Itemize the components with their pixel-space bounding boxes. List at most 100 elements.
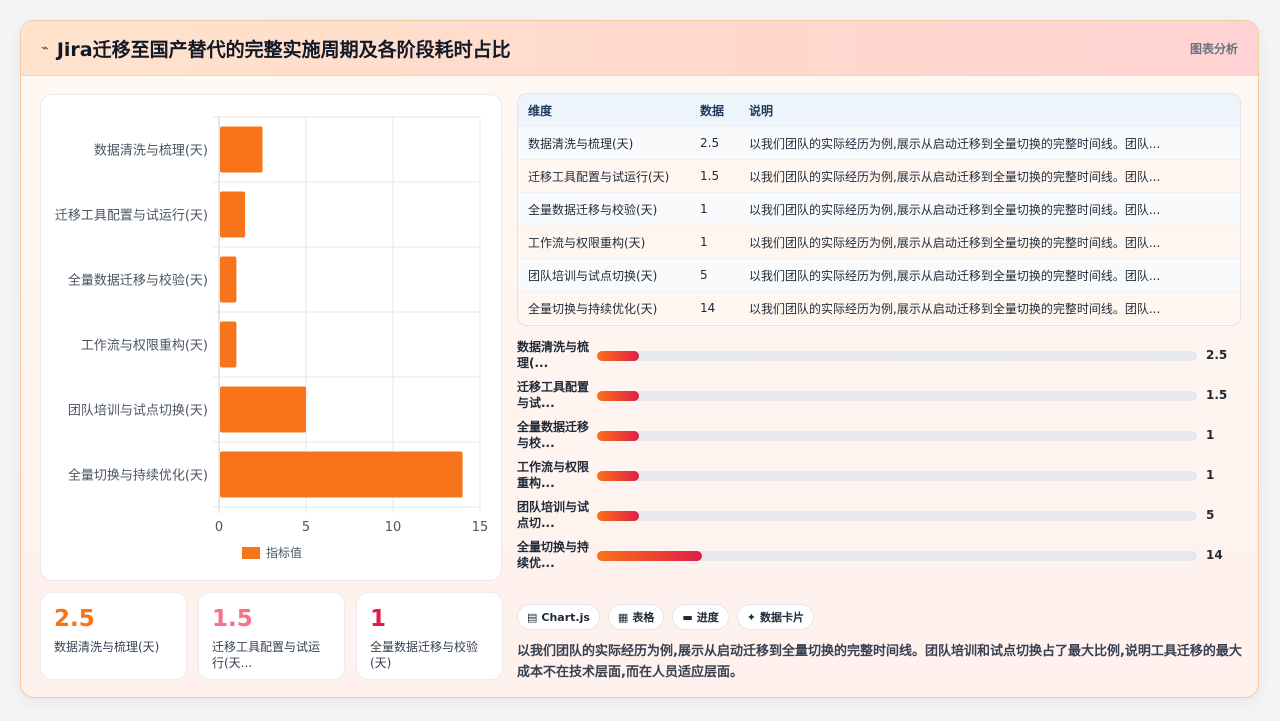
cell-data: 2.5 [700,136,720,150]
view-chip[interactable]: ▬ 进度 [672,604,729,630]
x-tick-label: 0 [215,520,223,535]
bar [220,321,237,368]
kpi-value: 1.5 [212,606,253,632]
progress-track [597,431,1197,441]
header-description: 说明 [749,103,774,118]
progress-fill [597,551,702,561]
kpi-label: 迁移工具配置与试运行(天... [212,640,321,670]
progress-value: 1 [1206,468,1215,482]
y-tick-label: 全量切换与持续优化(天) [68,468,208,484]
view-chips: ▤ Chart.js ▦ 表格 ▬ 进度 ✦ 数据卡片 [517,604,814,630]
cell-data: 5 [700,268,708,282]
chip-icon: ✦ [746,610,756,624]
chip-icon: ▦ [617,610,629,624]
kpi-card: 1.5 迁移工具配置与试运行(天... [198,592,345,680]
progress-row: 全量数据迁移与校... 1 [517,419,1247,453]
bar [220,256,237,303]
progress-track [597,351,1197,361]
chart-card: ⌁ Jira迁移至国产替代的完整实施周期及各阶段耗时占比 图表分析 数据清洗与梳… [20,20,1259,698]
table-header: 维度 数据 说明 [518,94,1240,126]
cell-description: 以我们团队的实际经历为例,展示从启动迁移到全量切换的完整时间线。团队... [749,136,1161,151]
kpi-value: 1 [370,606,387,632]
progress-track [597,551,1197,561]
table-row: 全量切换与持续优化(天) 14 以我们团队的实际经历为例,展示从启动迁移到全量切换的… [518,291,1240,324]
kpi-card: 1 全量数据迁移与校验(天) [356,592,503,680]
data-table: 维度 数据 说明 数据清洗与梳理(天) 2.5 以我们团队的实际经历为例,展示从启动… [517,93,1241,326]
y-tick-label: 团队培训与试点切换(天) [68,403,208,419]
chart-analysis-link[interactable]: 图表分析 [1190,40,1238,57]
table-row: 数据清洗与梳理(天) 2.5 以我们团队的实际经历为例,展示从启动迁移到全量切换的完… [518,126,1240,159]
progress-label: 全量切换与持续优... [517,540,590,570]
chart-description: 以我们团队的实际经历为例,展示从启动迁移到全量切换的完整时间线。团队培训和试点切… [517,644,1242,680]
cell-description: 以我们团队的实际经历为例,展示从启动迁移到全量切换的完整时间线。团队... [749,235,1161,250]
cell-data: 14 [700,301,716,315]
progress-label: 数据清洗与梳理(... [517,340,590,370]
chart-icon: ⌁ [41,40,49,56]
chip-icon: ▤ [527,610,538,624]
progress-track [597,471,1197,481]
kpi-card: 2.5 数据清洗与梳理(天) [40,592,187,680]
view-chip[interactable]: ✦ 数据卡片 [736,604,814,630]
bar-chart: 数据清洗与梳理(天) 迁移工具配置与试运行(天) 全量数据迁移与校验(天) 工作流与权… [55,116,489,560]
page-title: Jira迁移至国产替代的完整实施周期及各阶段耗时占比 [56,38,511,61]
y-tick-label: 迁移工具配置与试运行(天) [55,209,208,224]
table-row: 迁移工具配置与试运行(天) 1.5 以我们团队的实际经历为例,展示从启动迁移到全量切… [518,159,1240,192]
y-tick-label: 工作流与权限重构(天) [81,338,208,354]
bar [220,126,263,173]
progress-value: 2.5 [1206,348,1228,362]
chip-label: 表格 [632,611,655,624]
legend-swatch [242,547,260,559]
progress-label: 团队培训与试点切... [517,500,590,530]
cell-data: 1.5 [700,169,720,183]
table-row: 工作流与权限重构(天) 1 以我们团队的实际经历为例,展示从启动迁移到全量切换的完整… [518,225,1240,258]
kpi-label: 全量数据迁移与校验(天) [370,640,479,670]
cell-data: 1 [700,202,708,216]
progress-label: 迁移工具配置与试... [517,380,590,410]
bar [220,386,306,433]
cell-description: 以我们团队的实际经历为例,展示从启动迁移到全量切换的完整时间线。团队... [749,268,1161,283]
legend-label: 指标值 [266,545,302,560]
progress-value: 5 [1206,508,1215,522]
cell-description: 以我们团队的实际经历为例,展示从启动迁移到全量切换的完整时间线。团队... [749,301,1161,316]
progress-value: 1 [1206,428,1215,442]
kpi-label: 数据清洗与梳理(天) [54,640,160,654]
progress-track [597,391,1197,401]
chip-label: Chart.js [541,610,590,624]
y-tick-label: 数据清洗与梳理(天) [94,144,208,159]
progress-label: 工作流与权限重构... [517,460,590,490]
chip-label: 数据卡片 [759,611,804,624]
table-body: 数据清洗与梳理(天) 2.5 以我们团队的实际经历为例,展示从启动迁移到全量切换的完… [518,126,1240,324]
progress-fill [597,351,639,361]
progress-fill [597,511,639,521]
y-tick-label: 全量数据迁移与校验(天) [68,273,208,289]
header-dimension: 维度 [528,103,553,118]
header-data: 数据 [700,103,725,118]
view-chip[interactable]: ▦ 表格 [607,604,665,630]
chip-icon: ▬ [682,610,693,624]
bar [220,451,463,498]
progress-fill [597,431,639,441]
bar [220,191,246,238]
x-tick-label: 15 [472,520,489,535]
cell-data: 1 [700,235,708,249]
progress-label: 全量数据迁移与校... [517,420,590,450]
cell-dimension: 全量数据迁移与校验(天) [528,202,658,217]
cell-dimension: 数据清洗与梳理(天) [528,136,634,151]
view-chip[interactable]: ▤ Chart.js [517,604,600,630]
table-row: 全量数据迁移与校验(天) 1 以我们团队的实际经历为例,展示从启动迁移到全量切换的完… [518,192,1240,225]
table-row: 团队培训与试点切换(天) 5 以我们团队的实际经历为例,展示从启动迁移到全量切换的完… [518,258,1240,291]
progress-value: 14 [1206,548,1223,562]
progress-row: 全量切换与持续优... 14 [517,539,1247,573]
progress-row: 数据清洗与梳理(... 2.5 [517,339,1247,373]
cell-dimension: 工作流与权限重构(天) [528,235,646,250]
progress-fill [597,391,639,401]
cell-dimension: 团队培训与试点切换(天) [528,268,658,283]
progress-value: 1.5 [1206,388,1228,402]
progress-row: 团队培训与试点切... 5 [517,499,1247,533]
cell-description: 以我们团队的实际经历为例,展示从启动迁移到全量切换的完整时间线。团队... [749,169,1161,184]
x-tick-label: 5 [302,520,310,535]
cell-dimension: 迁移工具配置与试运行(天) [528,169,670,184]
chip-label: 进度 [696,611,719,624]
title-wrap: ⌁ Jira迁移至国产替代的完整实施周期及各阶段耗时占比 [41,35,511,62]
card-header: ⌁ Jira迁移至国产替代的完整实施周期及各阶段耗时占比 图表分析 [21,21,1258,76]
